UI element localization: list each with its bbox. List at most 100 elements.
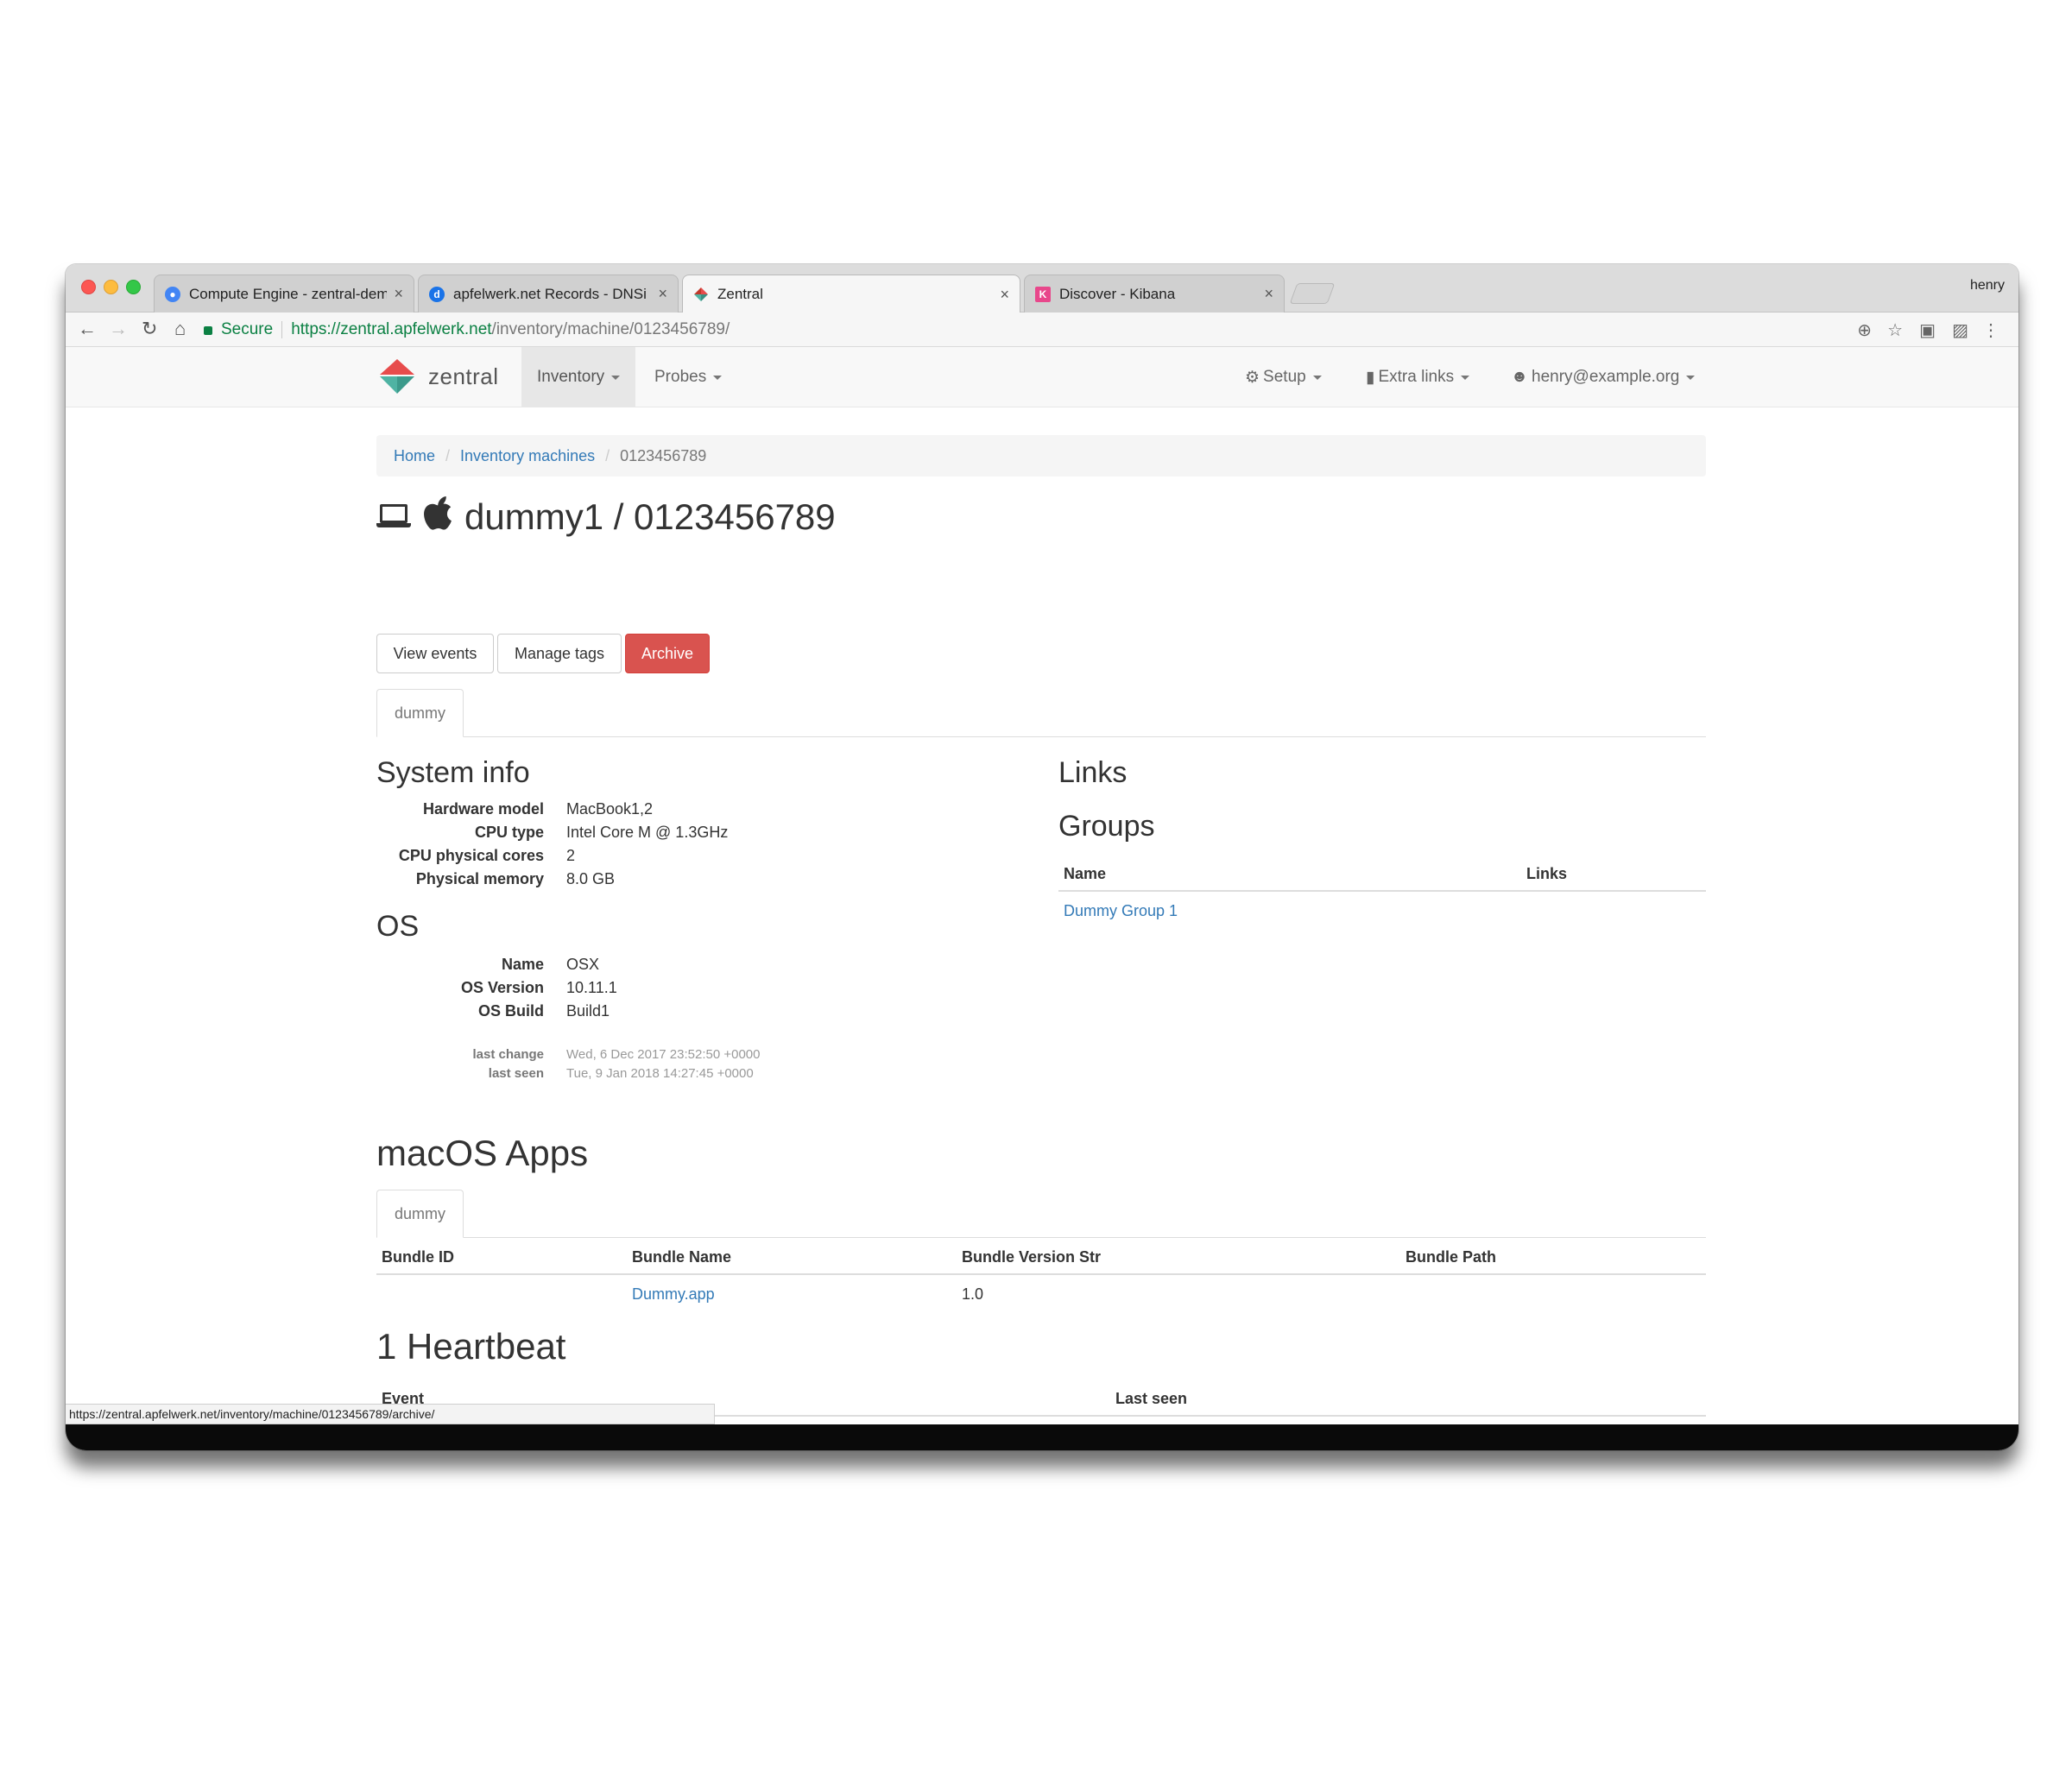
apps-table: Bundle ID Bundle Name Bundle Version Str… <box>376 1241 1706 1314</box>
back-icon[interactable]: ← <box>78 318 97 340</box>
zentral-favicon-icon <box>693 287 709 302</box>
page-title: dummy1 / 0123456789 <box>376 496 836 539</box>
close-tab-icon[interactable]: × <box>394 285 403 303</box>
breadcrumb-separator: / <box>605 446 610 464</box>
brand-link[interactable]: zentral <box>376 357 499 395</box>
archive-button[interactable]: Archive <box>625 634 710 673</box>
system-info-list: Hardware model MacBook1,2 CPU type Intel C… <box>376 798 728 891</box>
menu-kebab-icon[interactable]: ⋮ <box>1982 319 1999 341</box>
window-bottom-edge <box>66 1424 2018 1450</box>
nav-extra-links-dropdown[interactable]: ▮ Extra links <box>1350 347 1485 407</box>
brand-name: zentral <box>428 363 499 389</box>
reload-icon[interactable]: ↻ <box>142 318 157 340</box>
gear-icon: ⚙ <box>1245 368 1260 387</box>
groups-heading: Groups <box>1058 810 1155 843</box>
bookmark-star-icon[interactable]: ☆ <box>1887 319 1903 341</box>
info-row: OS Build Build1 <box>478 1002 610 1020</box>
app-link[interactable]: Dummy.app <box>632 1285 715 1303</box>
browser-tab-zentral[interactable]: Zentral × <box>682 275 1020 313</box>
laptop-icon <box>376 504 411 530</box>
column-header: Last seen <box>1110 1383 1706 1417</box>
machine-title: dummy1 / 0123456789 <box>464 496 836 537</box>
view-events-button[interactable]: View events <box>376 634 494 673</box>
breadcrumb-home-link[interactable]: Home <box>394 447 435 465</box>
address-bar[interactable]: Secure https://zentral.apfelwerk.net /in… <box>204 316 1898 344</box>
info-row: Name OSX <box>501 956 600 973</box>
extension-icon[interactable]: ▣ <box>1919 319 1936 341</box>
breadcrumb: Home / Inventory machines / 0123456789 <box>376 435 1706 477</box>
meta-row: last change Wed, 6 Dec 2017 23:52:50 +000… <box>472 1046 761 1062</box>
apps-source-tabs: dummy <box>376 1190 1706 1238</box>
lock-icon <box>204 326 212 335</box>
caret-down-icon <box>1461 375 1470 380</box>
zentral-logo-icon <box>376 357 421 395</box>
caret-down-icon <box>611 375 621 380</box>
os-meta-list: last change Wed, 6 Dec 2017 23:52:50 +000… <box>376 1045 760 1083</box>
browser-window: ● Compute Engine - zentral-dem × d apfel… <box>66 264 2018 1450</box>
caret-down-icon <box>1312 375 1322 380</box>
nav-setup-dropdown[interactable]: ⚙ Setup <box>1229 347 1337 407</box>
manage-tags-button[interactable]: Manage tags <box>497 634 622 673</box>
breadcrumb-separator: / <box>445 446 451 464</box>
system-info-heading: System info <box>376 756 530 789</box>
close-tab-icon[interactable]: × <box>658 285 667 303</box>
meta-row: last seen Tue, 9 Jan 2018 14:27:45 +0000 <box>488 1065 754 1081</box>
new-tab-button[interactable] <box>1289 283 1336 304</box>
gcp-favicon-icon: ● <box>165 286 180 302</box>
extension-2-icon[interactable]: ▨ <box>1952 319 1968 341</box>
links-heading: Links <box>1058 756 1128 789</box>
column-header: Bundle Version Str <box>957 1241 1400 1275</box>
column-header: Bundle ID <box>376 1241 627 1275</box>
info-row: CPU physical cores 2 <box>398 847 576 864</box>
user-icon: ☻ <box>1511 368 1528 386</box>
profile-name[interactable]: henry <box>1970 278 2005 294</box>
info-row: Hardware model MacBook1,2 <box>422 800 654 818</box>
os-list: Name OSX OS Version 10.11.1 OS Build Build1 <box>376 953 617 1023</box>
browser-toolbar: ← → ↻ ⌂ Secure https://zentral.apfelwerk… <box>66 313 2018 347</box>
browser-tab-compute-engine[interactable]: ● Compute Engine - zentral-dem × <box>154 275 414 313</box>
info-row: CPU type Intel Core M @ 1.3GHz <box>474 824 729 841</box>
minimize-window-button[interactable] <box>104 280 118 294</box>
browser-tab-dnsimple[interactable]: d apfelwerk.net Records - DNSi × <box>418 275 679 313</box>
column-header: Name <box>1058 858 1521 892</box>
source-tabs: dummy <box>376 689 1706 737</box>
column-header: Links <box>1521 858 1706 892</box>
browser-tab-kibana[interactable]: K Discover - Kibana × <box>1024 275 1285 313</box>
zoom-icon[interactable]: ⊕ <box>1857 319 1872 341</box>
tab-dummy[interactable]: dummy <box>376 689 464 737</box>
page-content: zentral Inventory Probes ⚙ Setup ▮ Extra l… <box>66 347 2018 1444</box>
tab-strip: ● Compute Engine - zentral-dem × d apfel… <box>66 264 2018 313</box>
url-path: /inventory/machine/0123456789/ <box>491 320 730 338</box>
bookmark-icon: ▮ <box>1366 368 1375 387</box>
column-header: Bundle Path <box>1400 1241 1706 1275</box>
home-icon[interactable]: ⌂ <box>174 318 186 340</box>
close-tab-icon[interactable]: × <box>1000 286 1009 304</box>
dnsimple-favicon-icon: d <box>429 286 445 302</box>
heartbeat-heading: 1 Heartbeat <box>376 1326 566 1367</box>
table-row: Dummy.app 1.0 <box>632 1285 984 1303</box>
tab-dummy[interactable]: dummy <box>376 1190 464 1238</box>
nav-probes-dropdown[interactable]: Probes <box>639 347 737 407</box>
url-host: https://zentral.apfelwerk.net <box>291 320 492 338</box>
column-header: Bundle Name <box>627 1241 957 1275</box>
info-row: OS Version 10.11.1 <box>460 979 617 996</box>
secure-label: Secure <box>221 320 274 338</box>
info-row: Physical memory 8.0 GB <box>415 870 616 887</box>
status-bar-url: https://zentral.apfelwerk.net/inventory/… <box>66 1404 715 1424</box>
apple-icon <box>423 496 452 539</box>
maximize-window-button[interactable] <box>126 280 141 294</box>
nav-inventory-dropdown[interactable]: Inventory <box>521 347 636 407</box>
macos-apps-heading: macOS Apps <box>376 1133 589 1173</box>
os-heading: OS <box>376 910 420 943</box>
kibana-favicon-icon: K <box>1035 286 1051 302</box>
close-window-button[interactable] <box>81 280 96 294</box>
breadcrumb-machines-link[interactable]: Inventory machines <box>460 447 595 465</box>
divider <box>281 321 283 338</box>
forward-icon[interactable]: → <box>109 318 128 340</box>
close-tab-icon[interactable]: × <box>1264 285 1273 303</box>
group-link[interactable]: Dummy Group 1 <box>1064 902 1178 919</box>
groups-table: Name Links Dummy Group 1 <box>1058 858 1706 931</box>
nav-user-dropdown[interactable]: ☻ henry@example.org <box>1495 347 1710 407</box>
table-row: Dummy Group 1 <box>1058 891 1706 931</box>
breadcrumb-current: 0123456789 <box>620 446 707 464</box>
